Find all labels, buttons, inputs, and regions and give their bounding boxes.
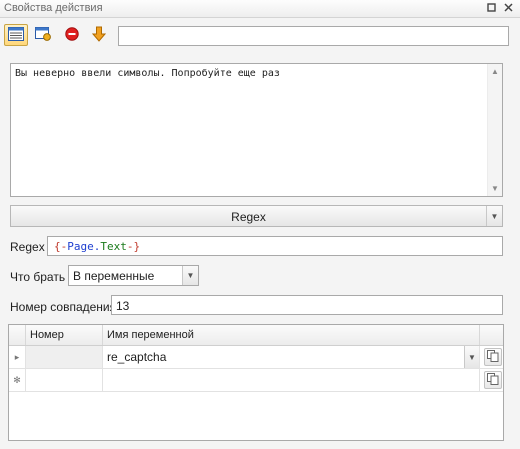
table-row[interactable]: ✻ [9, 369, 503, 392]
settings-button[interactable] [31, 24, 55, 46]
mode-combo-value: Regex [231, 210, 266, 224]
take-select[interactable]: В переменные ▼ [68, 265, 199, 286]
match-number-value: 13 [116, 299, 130, 313]
chevron-down-icon[interactable]: ▼ [182, 266, 198, 285]
grid-corner [9, 325, 26, 345]
message-text: Вы неверно ввели символы. Попробуйте еще… [15, 68, 280, 79]
regex-input[interactable]: {-Page.Text-} [47, 236, 503, 256]
copy-icon [487, 349, 499, 365]
column-header-variable[interactable]: Имя переменной [103, 325, 480, 345]
number-cell[interactable] [26, 369, 103, 391]
action-name-input[interactable] [118, 26, 509, 46]
column-header-number[interactable]: Номер [26, 325, 103, 345]
take-select-value: В переменные [73, 269, 155, 283]
table-row[interactable]: ▸ re_captcha ▼ [9, 346, 503, 369]
match-number-input[interactable]: 13 [111, 295, 503, 315]
copy-button[interactable] [484, 371, 502, 389]
chevron-down-icon[interactable]: ▼ [464, 346, 479, 368]
variable-cell[interactable] [103, 369, 480, 391]
toolbar [0, 18, 520, 50]
grid-header: Номер Имя переменной [9, 325, 503, 346]
variables-grid: Номер Имя переменной ▸ re_captcha ▼ ✻ [8, 324, 504, 441]
row-selector-icon[interactable]: ▸ [9, 346, 26, 368]
action-properties-panel: Свойства действия Вы неверно ввели симво… [0, 0, 520, 449]
take-label: Что брать [10, 270, 66, 284]
properties-icon [8, 26, 24, 44]
close-icon[interactable] [503, 3, 514, 14]
move-down-button[interactable] [87, 24, 111, 46]
variable-cell[interactable]: re_captcha ▼ [103, 346, 480, 368]
variable-name: re_captcha [107, 350, 167, 364]
panel-title: Свойства действия [4, 2, 103, 14]
settings-icon [35, 26, 51, 44]
vertical-scrollbar[interactable]: ▲ ▼ [487, 64, 502, 196]
scroll-down-icon[interactable]: ▼ [491, 184, 499, 193]
number-cell[interactable] [26, 346, 103, 368]
match-number-label: Номер совпадения [10, 300, 117, 314]
message-textarea[interactable]: Вы неверно ввели символы. Попробуйте еще… [10, 63, 503, 197]
stop-icon [65, 26, 79, 44]
arrow-down-icon [91, 26, 107, 45]
scroll-up-icon[interactable]: ▲ [491, 67, 499, 76]
stop-button[interactable] [60, 24, 84, 46]
properties-button[interactable] [4, 24, 28, 46]
chevron-down-icon[interactable]: ▼ [486, 206, 502, 226]
restore-icon[interactable] [486, 3, 497, 14]
regex-label: Regex [10, 240, 45, 254]
title-bar: Свойства действия [0, 0, 520, 18]
regex-value: {-Page.Text-} [54, 240, 141, 253]
copy-icon [487, 372, 499, 388]
new-row-icon[interactable]: ✻ [9, 369, 26, 391]
copy-button[interactable] [484, 348, 502, 366]
mode-combo[interactable]: Regex ▼ [10, 205, 503, 227]
